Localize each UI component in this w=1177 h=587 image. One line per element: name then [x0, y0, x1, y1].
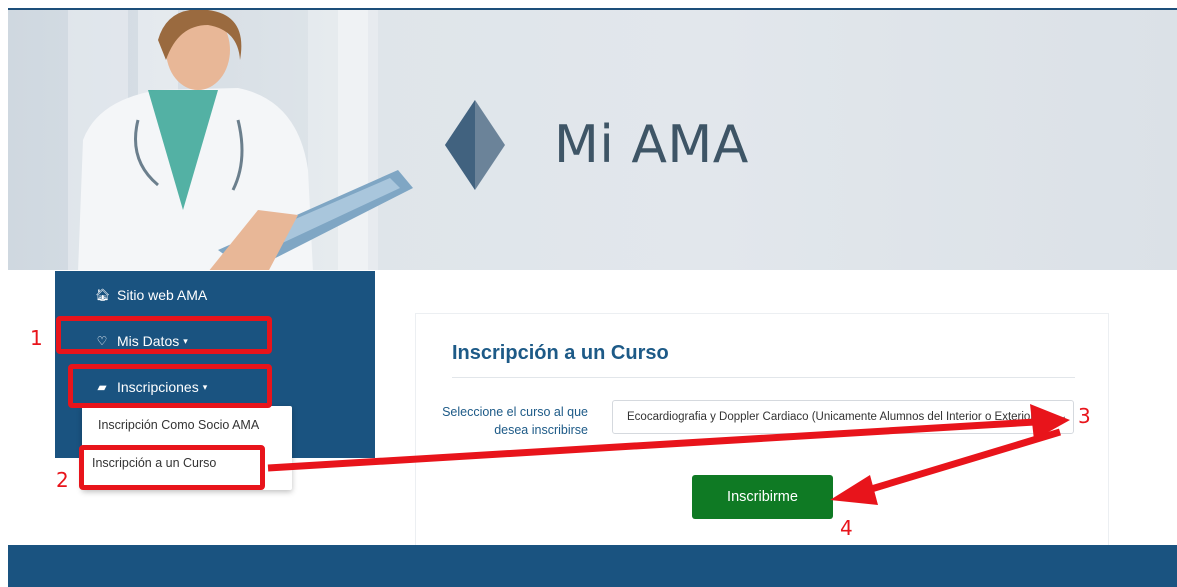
nav-item-sitio-web[interactable]: 🏠︎ Sitio web AMA — [95, 287, 207, 303]
home-icon: 🏠︎ — [95, 288, 111, 302]
brand-title: Mi AMA — [554, 115, 749, 175]
divider — [452, 377, 1075, 378]
course-select-label: Seleccione el curso al que desea inscrib… — [442, 405, 588, 437]
annotation-number-2: 2 — [56, 468, 69, 492]
nav-item-mis-datos[interactable]: ♡ Mis Datos ▾ — [95, 333, 188, 349]
nav-item-label: Inscripciones — [117, 379, 199, 395]
form-card: Inscripción a un Curso Seleccione el cur… — [415, 313, 1109, 553]
course-select[interactable]: Ecocardiografia y Doppler Cardiaco (Unic… — [612, 400, 1074, 434]
caret-down-icon: ▾ — [183, 335, 188, 346]
nav-item-label: Sitio web AMA — [117, 287, 208, 303]
heart-icon: ♡ — [96, 334, 108, 348]
inscribirme-button[interactable]: Inscribirme — [692, 475, 833, 519]
inscripciones-dropdown: Inscripción Como Socio AMA Inscripción a… — [82, 406, 292, 490]
course-select-value: Ecocardiografia y Doppler Cardiaco (Unic… — [627, 411, 1038, 423]
header-banner: Mi AMA — [8, 8, 1177, 270]
annotation-number-4: 4 — [840, 516, 853, 540]
ama-logo-icon — [445, 100, 505, 190]
dropdown-item-curso[interactable]: Inscripción a un Curso — [92, 456, 216, 470]
annotation-number-1: 1 — [30, 326, 43, 350]
book-icon: ▰ — [97, 380, 107, 394]
nav-item-label: Mis Datos — [117, 333, 180, 349]
caret-down-icon: ▾ — [202, 381, 208, 392]
nav-item-inscripciones[interactable]: ▰ Inscripciones ▾ — [95, 379, 207, 395]
chevron-down-icon: ⌄ — [1058, 411, 1067, 422]
dropdown-item-socio[interactable]: Inscripción Como Socio AMA — [98, 418, 259, 432]
doctor-illustration — [68, 10, 413, 270]
page-title: Inscripción a un Curso — [452, 342, 669, 364]
page: Mi AMA 🏠︎ Sitio web AMA ♡ Mis Datos ▾ ▰ … — [0, 0, 1177, 587]
annotation-number-3: 3 — [1078, 404, 1091, 428]
footer-bar — [8, 545, 1177, 587]
